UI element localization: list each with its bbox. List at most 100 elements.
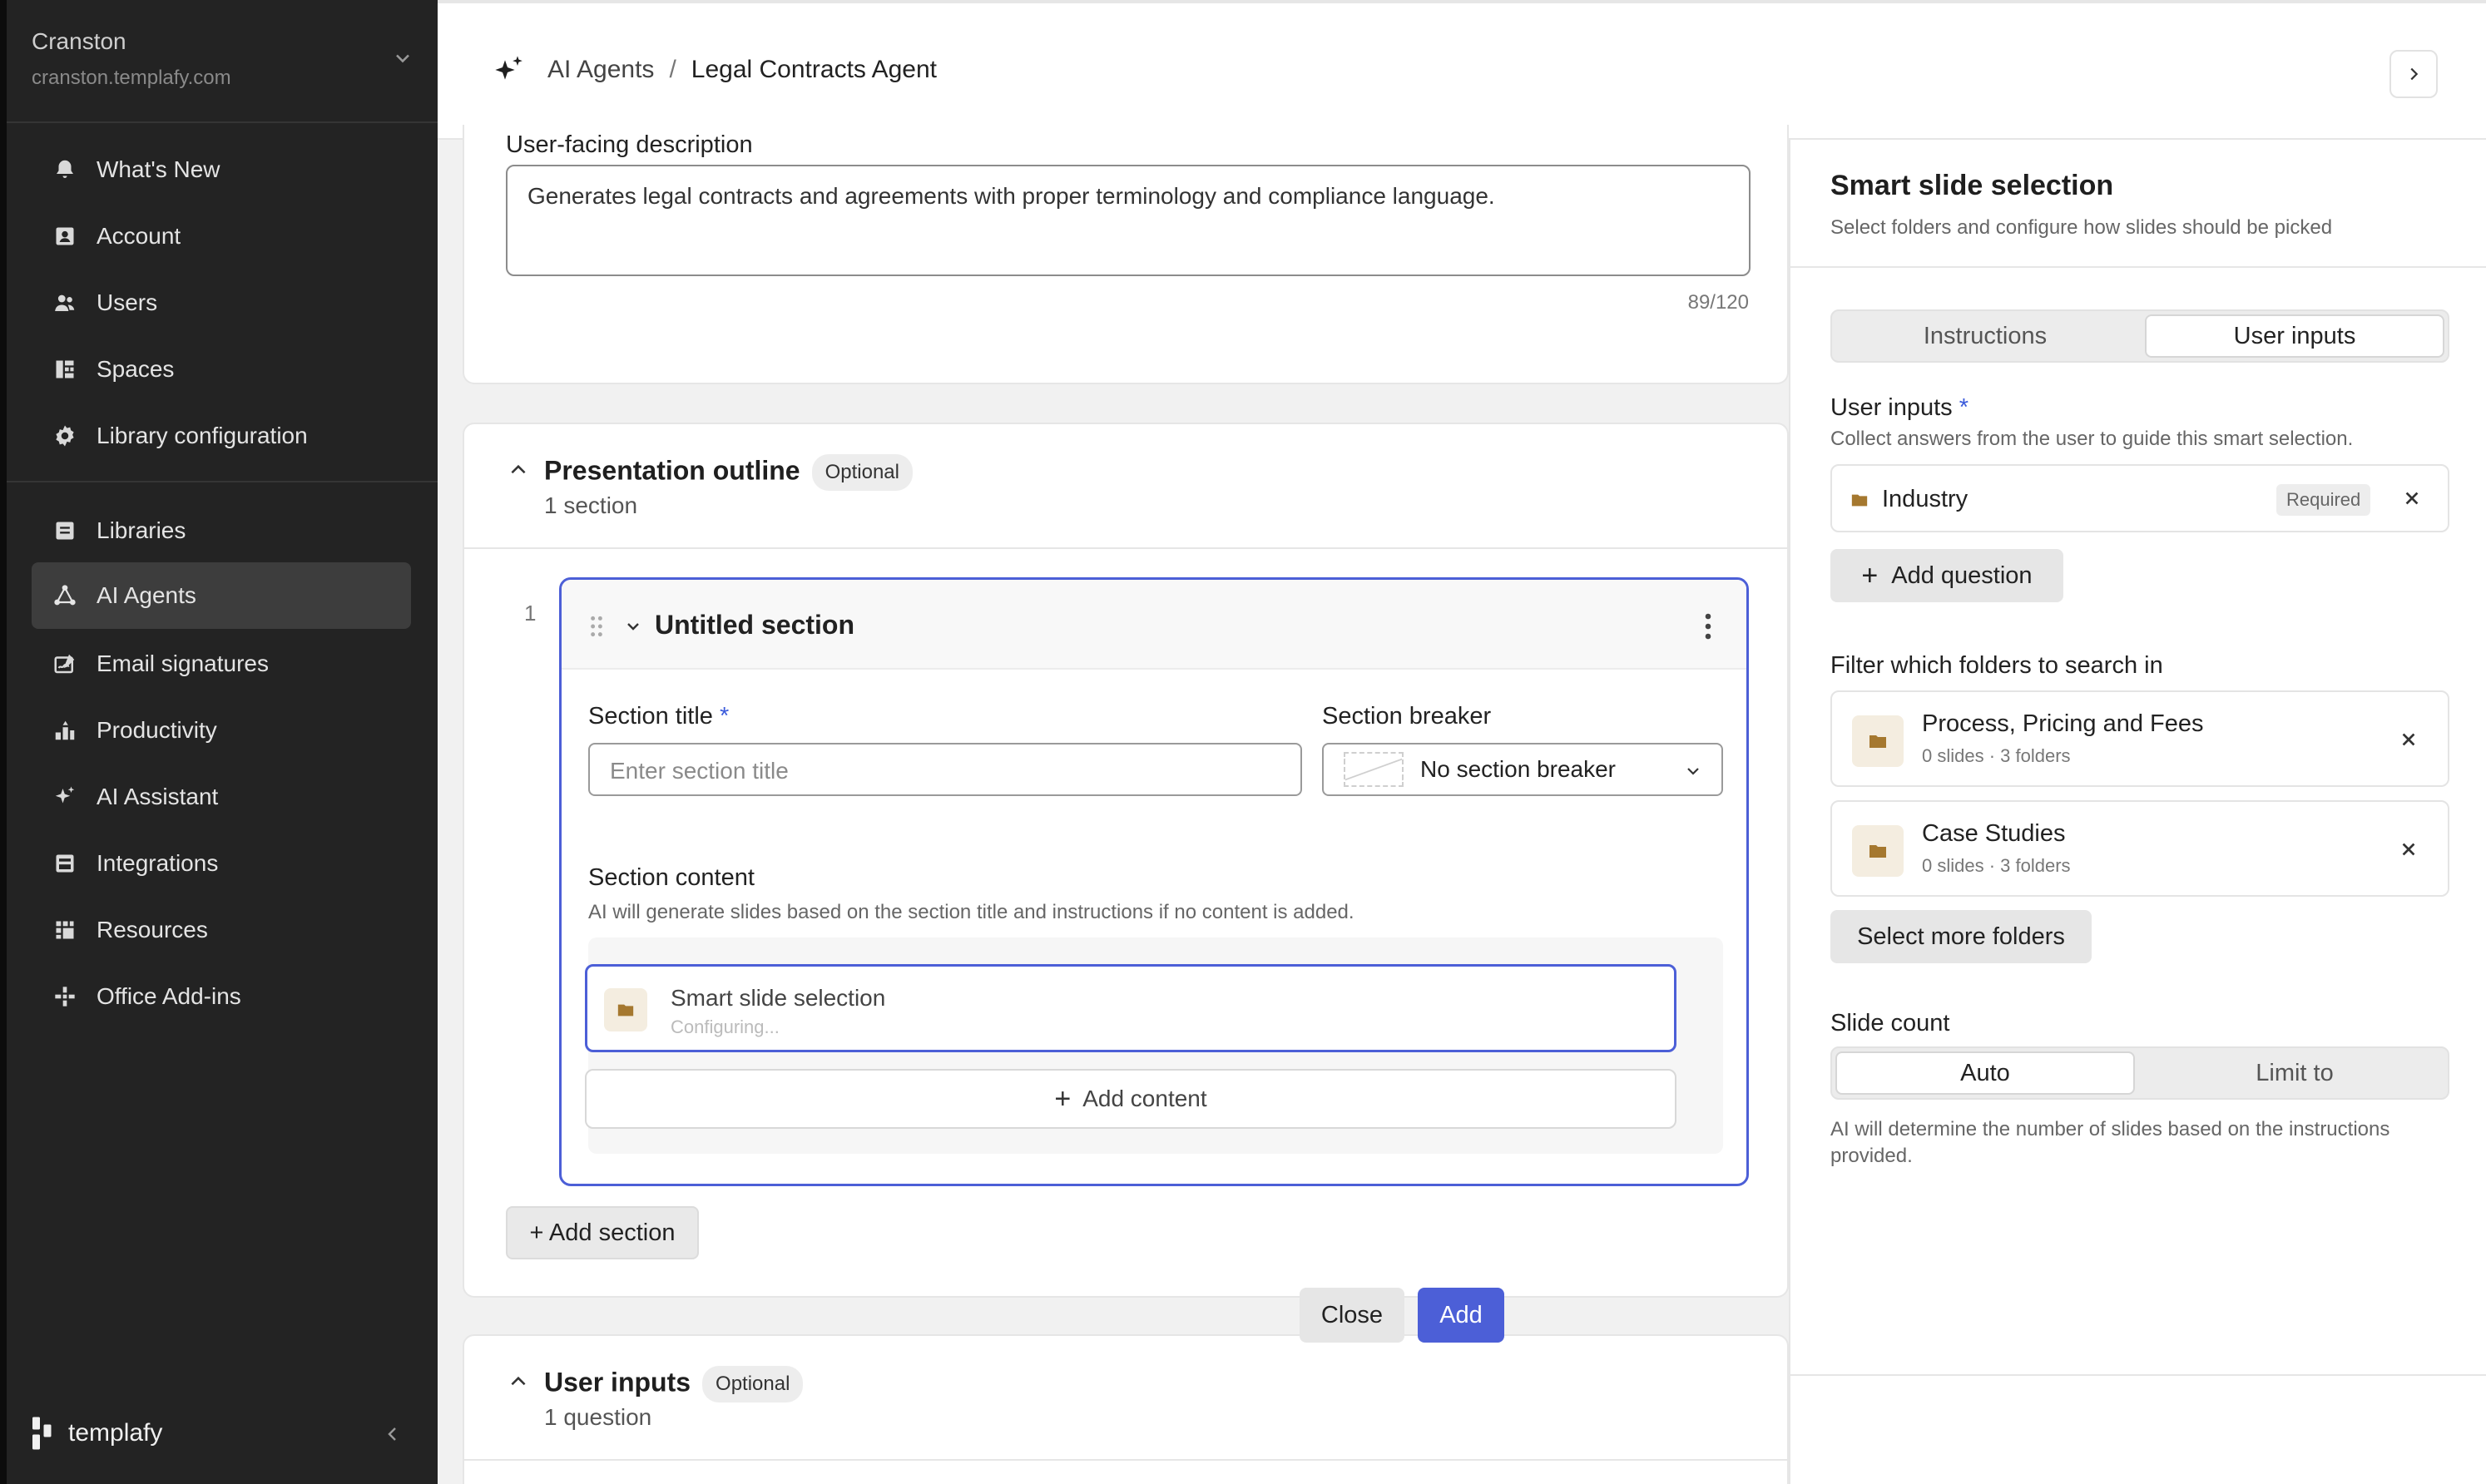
sidebar-item-label: Libraries [97, 517, 186, 543]
section-header[interactable]: Untitled section [562, 580, 1746, 670]
folder-tile [1852, 825, 1904, 877]
slide-count-hint: AI will determine the number of slides b… [1830, 1118, 2390, 1167]
slide-count-auto[interactable]: Auto [1835, 1051, 2135, 1095]
sidebar: Cranston cranston.templafy.com What's Ne… [0, 0, 438, 1484]
section-card: Untitled section Section title * Enter s… [559, 577, 1749, 1186]
sidebar-item-users[interactable]: Users [32, 270, 411, 336]
folder-row[interactable]: Case Studies 0 slides · 3 folders [1830, 800, 2449, 897]
breadcrumb: AI Agents / Legal Contracts Agent [493, 53, 937, 87]
section-breaker-select[interactable]: No section breaker [1322, 743, 1723, 796]
sidebar-item-ai-agents[interactable]: AI Agents [32, 562, 411, 629]
sidebar-item-account[interactable]: Account [32, 203, 411, 270]
sidebar-divider [7, 121, 438, 123]
close-icon[interactable] [2399, 840, 2418, 858]
description-label: User-facing description [506, 131, 753, 158]
sidebar-item-office-add-ins[interactable]: Office Add-ins [32, 963, 411, 1030]
folder-icon [617, 1004, 634, 1017]
email-signature-icon [50, 649, 80, 679]
ai-agents-icon [50, 581, 80, 611]
question-name: Industry [1882, 486, 1968, 512]
chevron-up-icon[interactable] [508, 459, 529, 481]
expand-panel-button[interactable] [2389, 50, 2438, 98]
outline-title: Presentation outline Optional [544, 454, 913, 491]
user-inputs-title: User inputs Optional [544, 1366, 804, 1402]
close-icon[interactable] [2399, 730, 2418, 749]
sidebar-item-integrations[interactable]: Integrations [32, 830, 411, 897]
select-more-folders-button[interactable]: Select more folders [1830, 910, 2092, 963]
smart-slide-selection-item[interactable]: Smart slide selection Configuring... [585, 964, 1676, 1052]
sidebar-item-label: Integrations [97, 850, 219, 876]
slide-count-limit[interactable]: Limit to [2145, 1051, 2444, 1095]
sidebar-item-resources[interactable]: Resources [32, 897, 411, 963]
user-inputs-card: User inputs Optional 1 question [463, 1334, 1789, 1484]
drag-handle-icon[interactable] [588, 615, 605, 638]
folder-row[interactable]: Process, Pricing and Fees 0 slides · 3 f… [1830, 690, 2449, 787]
org-switcher[interactable]: Cranston cranston.templafy.com [32, 28, 414, 103]
add-content-button[interactable]: + Add content [585, 1069, 1676, 1129]
section-title-input[interactable]: Enter section title [588, 743, 1302, 796]
character-counter: 89/120 [1687, 291, 1749, 314]
breadcrumb-root[interactable]: AI Agents [547, 56, 654, 84]
resources-icon [50, 915, 80, 945]
sidebar-item-label: Library configuration [97, 423, 308, 448]
chevron-down-icon[interactable] [623, 616, 643, 636]
smart-selection-status: Configuring... [671, 1017, 780, 1037]
required-badge: Required [2276, 484, 2371, 516]
brand-name: templafy [68, 1419, 163, 1447]
description-textarea[interactable]: Generates legal contracts and agreements… [506, 165, 1751, 276]
sidebar-item-productivity[interactable]: Productivity [32, 697, 411, 764]
user-inputs-label: User inputs * [1830, 394, 1969, 421]
sidebar-item-label: Productivity [97, 717, 217, 743]
folder-icon [1851, 494, 1868, 507]
sidebar-item-label: Resources [97, 917, 208, 942]
sidebar-item-label: Spaces [97, 356, 175, 382]
spaces-icon [50, 354, 80, 384]
outline-header[interactable]: Presentation outline Optional 1 section [464, 424, 1787, 549]
sparkle-icon [495, 56, 522, 80]
folder-meta: 0 slides · 3 folders [1922, 855, 2071, 876]
add-button[interactable]: Add [1418, 1288, 1504, 1343]
panel-footer-divider [1790, 1374, 2486, 1376]
question-row[interactable]: Industry Required [1830, 464, 2449, 532]
panel-tabs: Instructions User inputs [1830, 309, 2449, 363]
more-options-icon[interactable] [1703, 611, 1713, 641]
panel-subtitle: Select folders and configure how slides … [1830, 216, 2333, 239]
optional-badge: Optional [811, 454, 913, 491]
close-icon[interactable] [2403, 489, 2421, 507]
sidebar-item-library-configuration[interactable]: Library configuration [32, 403, 411, 469]
slide-count-toggle: Auto Limit to [1830, 1046, 2449, 1100]
panel-divider [1790, 266, 2486, 268]
user-inputs-hint: Collect answers from the user to guide t… [1830, 428, 2354, 450]
sidebar-item-whats-new[interactable]: What's New [32, 136, 411, 203]
collapse-sidebar-icon[interactable] [383, 1424, 403, 1444]
sidebar-item-label: What's New [97, 156, 220, 182]
section-breaker-label: Section breaker [1322, 703, 1492, 730]
sidebar-item-libraries[interactable]: Libraries [32, 497, 411, 564]
top-bar: AI Agents / Legal Contracts Agent [438, 0, 2486, 140]
users-icon [50, 288, 80, 318]
sidebar-item-label: AI Agents [97, 582, 196, 608]
filter-folders-label: Filter which folders to search in [1830, 652, 2163, 679]
outline-subtitle: 1 section [544, 492, 638, 518]
panel-title: Smart slide selection [1830, 170, 2114, 201]
tab-instructions[interactable]: Instructions [1835, 314, 2135, 358]
chevron-up-icon[interactable] [508, 1371, 529, 1392]
section-content-label: Section content [588, 864, 755, 891]
office-addins-icon [50, 982, 80, 1012]
folder-name: Process, Pricing and Fees [1922, 710, 2204, 737]
sidebar-item-spaces[interactable]: Spaces [32, 336, 411, 403]
smart-selection-title: Smart slide selection [671, 985, 886, 1011]
smart-selection-panel: Smart slide selection Select folders and… [1789, 140, 2486, 1484]
breadcrumb-current: Legal Contracts Agent [691, 56, 937, 83]
breadcrumb-separator: / [669, 56, 676, 83]
sidebar-item-email-signatures[interactable]: Email signatures [32, 631, 411, 697]
close-button[interactable]: Close [1300, 1288, 1404, 1343]
add-section-button[interactable]: + Add section [506, 1206, 699, 1259]
tab-user-inputs[interactable]: User inputs [2145, 314, 2444, 358]
folder-tile [604, 988, 647, 1031]
sidebar-item-label: Email signatures [97, 650, 269, 676]
sidebar-item-ai-assistant[interactable]: AI Assistant [32, 764, 411, 830]
user-inputs-header[interactable]: User inputs Optional 1 question [464, 1336, 1787, 1461]
add-question-button[interactable]: + Add question [1830, 549, 2063, 602]
section-breaker-value: No section breaker [1420, 756, 1617, 782]
